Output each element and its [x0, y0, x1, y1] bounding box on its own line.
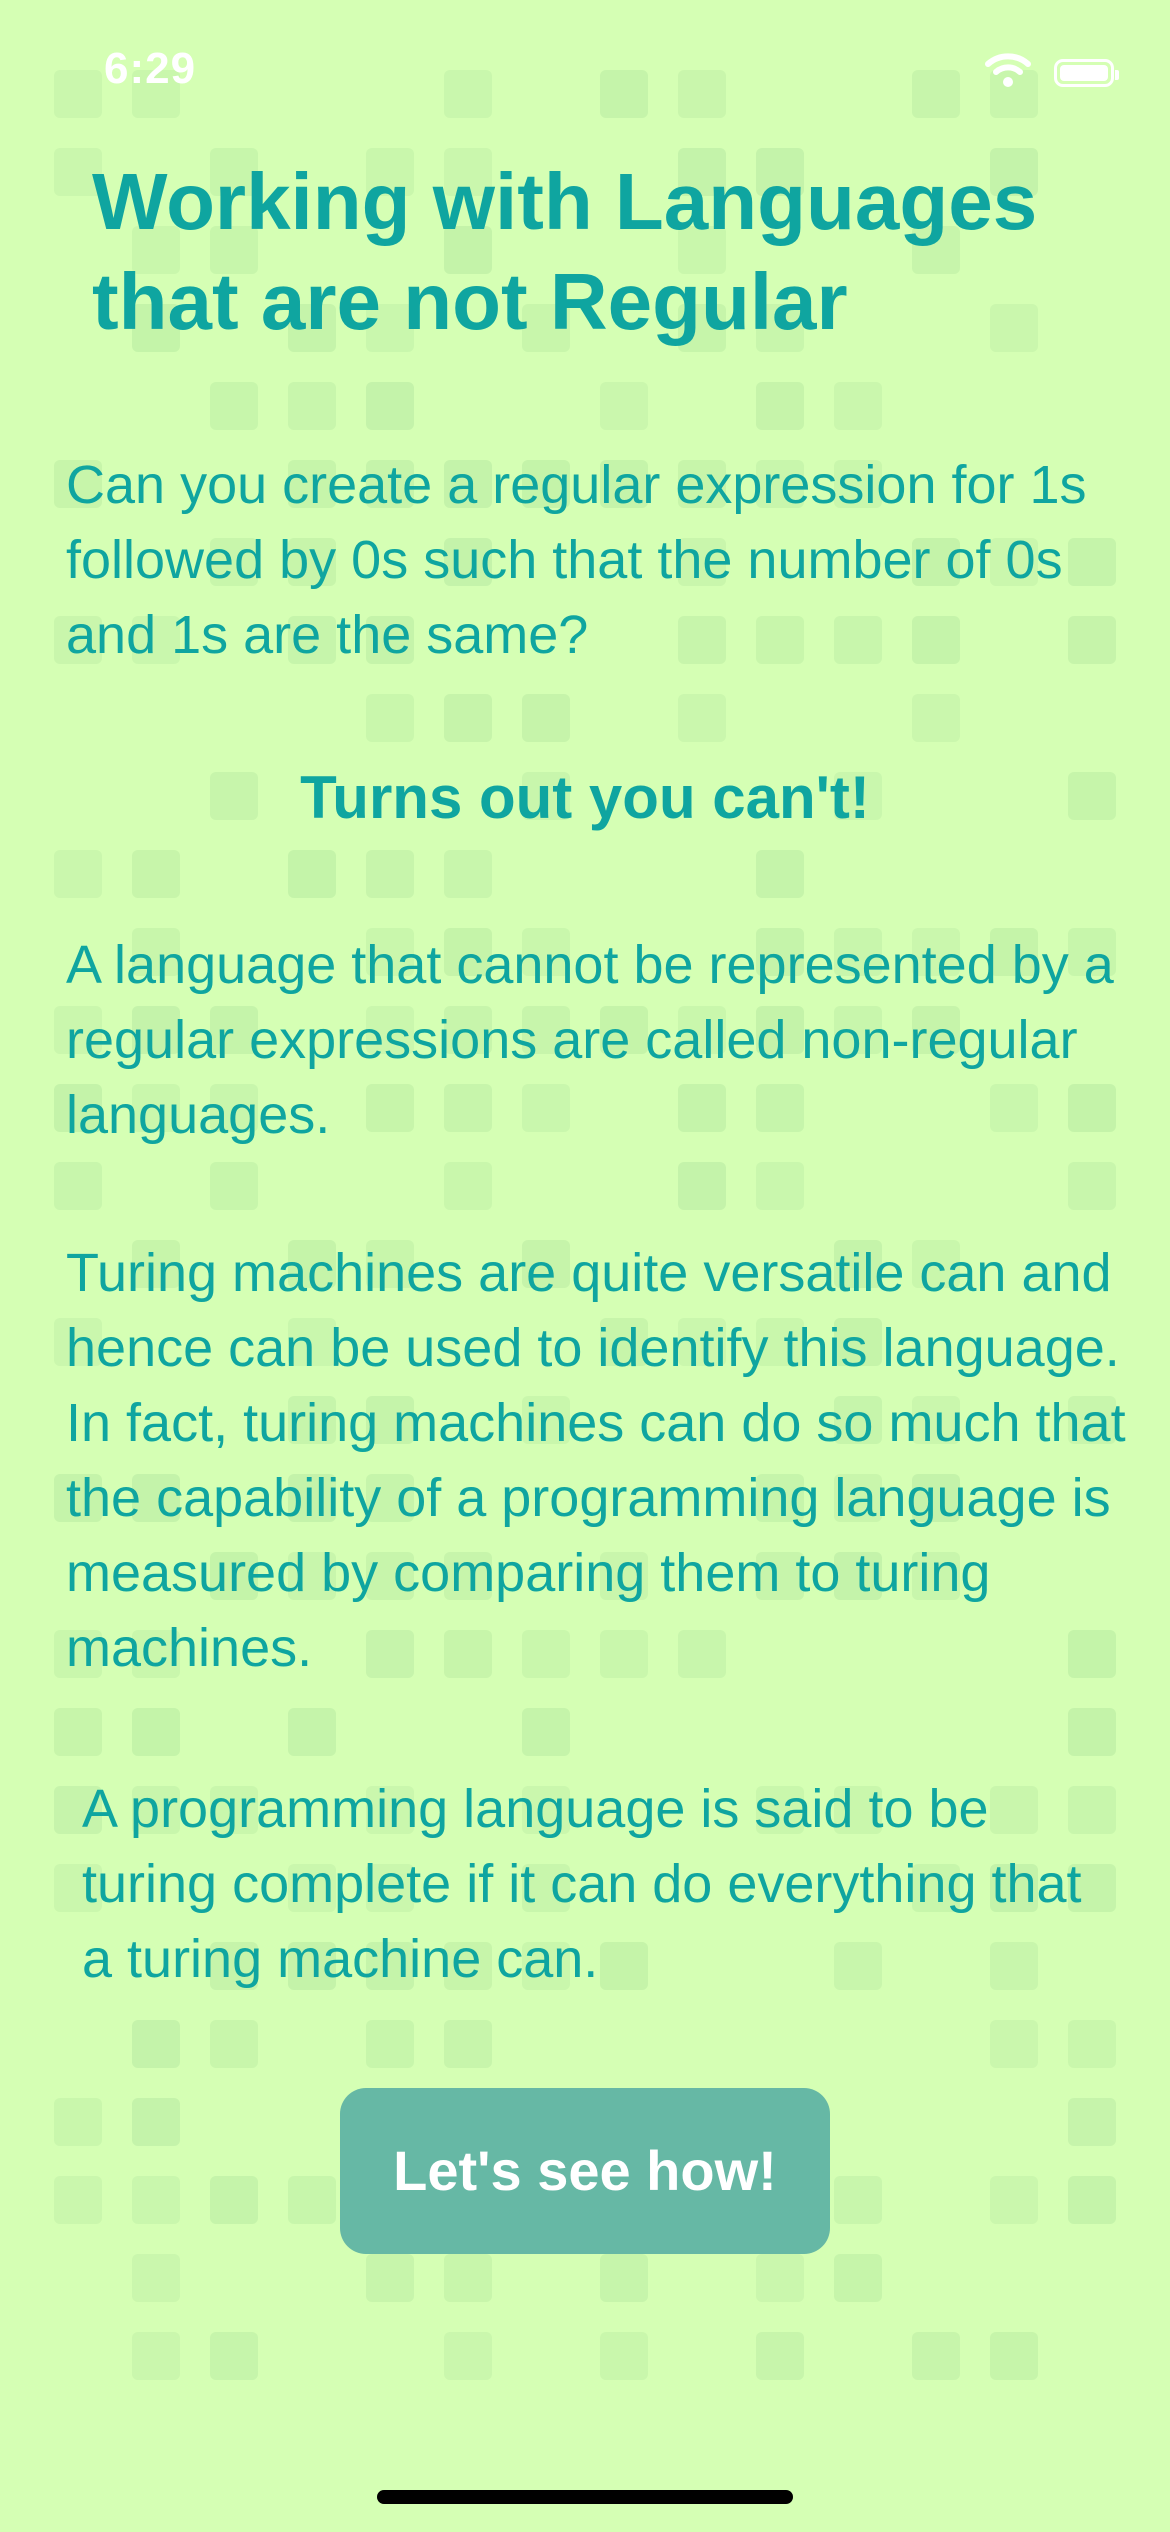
turing-machines-paragraph: Turing machines are quite versatile can … [66, 1243, 1126, 1678]
wifi-icon [984, 52, 1032, 93]
turing-complete-paragraph: A programming language is said to be tur… [82, 1779, 1082, 1989]
non-regular-definition: A language that cannot be represented by… [66, 935, 1114, 1145]
subheading: Turns out you can't! [300, 764, 870, 831]
status-icons [984, 52, 1119, 93]
battery-tip [1115, 69, 1119, 80]
page-title: Working with Languages that are not Regu… [92, 157, 1038, 346]
battery-icon [1054, 58, 1119, 87]
battery-level [1060, 64, 1108, 81]
status-time: 6:29 [104, 44, 197, 93]
intro-question: Can you create a regular expression for … [66, 455, 1087, 665]
home-indicator[interactable] [377, 2490, 793, 2504]
lets-see-how-button[interactable]: Let's see how! [340, 2088, 830, 2254]
